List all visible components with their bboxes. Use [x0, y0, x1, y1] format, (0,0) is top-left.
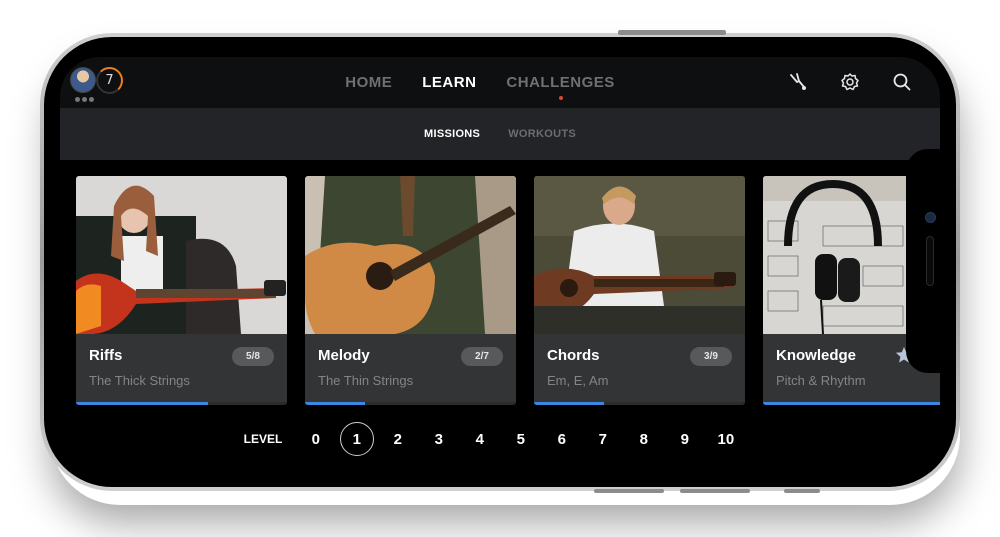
level-number: 0: [311, 430, 320, 448]
level-number: 5: [516, 430, 525, 448]
phone-volume-button: [594, 489, 664, 493]
tab-missions[interactable]: MISSIONS: [424, 128, 480, 140]
progress-badge: 5/8: [232, 347, 274, 366]
gear-icon[interactable]: [838, 70, 862, 94]
level-8-button[interactable]: 8: [623, 422, 664, 456]
nav-challenges[interactable]: CHALLENGES: [506, 74, 615, 100]
level-10-button[interactable]: 10: [705, 422, 746, 456]
progress-fill: [763, 402, 940, 405]
progress-badge: 3/9: [690, 347, 732, 366]
progress-bar: [305, 402, 516, 405]
front-camera: [925, 212, 936, 223]
progress-fill: [534, 402, 605, 405]
nav-home[interactable]: HOME: [345, 74, 392, 91]
top-bar: 7 HOME LEARN CHALLENGES: [60, 57, 940, 108]
nav-learn-label: LEARN: [422, 74, 477, 91]
tuning-fork-icon[interactable]: [786, 70, 810, 94]
card-melody[interactable]: Melody 2/7 The Thin Strings: [305, 176, 516, 405]
device-mockup: 7 HOME LEARN CHALLENGES MISSIONS WORKOUT…: [0, 0, 1000, 537]
card-subtitle: Pitch & Rhythm: [776, 373, 866, 388]
level-1-button[interactable]: 1: [336, 422, 377, 456]
nav-home-label: HOME: [345, 74, 393, 91]
nav-learn[interactable]: LEARN: [422, 74, 476, 91]
level-3-button[interactable]: 3: [418, 422, 459, 456]
card-subtitle: The Thin Strings: [318, 373, 414, 388]
card-subtitle: Em, E, Am: [547, 373, 609, 388]
man-seated-acoustic-guitar-photo: [534, 176, 745, 334]
selected-level-ring: 1: [339, 422, 374, 456]
phone-volume-button: [680, 489, 750, 493]
level-number: 6: [557, 430, 566, 448]
notification-dot: [558, 96, 563, 100]
level-selector: LEVEL 0 1 2 3 4 5 6 7 8 9 10: [60, 421, 940, 457]
nav-challenges-label: CHALLENGES: [506, 74, 615, 91]
level-number: 7: [598, 430, 607, 448]
progress-bar: [76, 402, 287, 405]
level-2-button[interactable]: 2: [377, 422, 418, 456]
card-title: Knowledge: [776, 347, 857, 364]
card-chords[interactable]: Chords 3/9 Em, E, Am: [534, 176, 745, 405]
level-number: 4: [475, 430, 484, 448]
level-list: 0 1 2 3 4 5 6 7 8 9 10: [295, 422, 746, 456]
card-riffs[interactable]: Riffs 5/8 The Thick Strings: [76, 176, 287, 405]
progress-bar: [763, 402, 940, 405]
card-subtitle: The Thick Strings: [89, 373, 190, 388]
level-5-button[interactable]: 5: [500, 422, 541, 456]
toolbar-icons: [786, 70, 914, 94]
level-number: 1: [352, 430, 361, 448]
progress-fill: [305, 402, 366, 405]
tab-workouts[interactable]: WORKOUTS: [508, 128, 576, 140]
phone-body: 7 HOME LEARN CHALLENGES MISSIONS WORKOUT…: [44, 37, 956, 487]
card-title: Melody: [318, 347, 370, 364]
level-number: 8: [639, 430, 648, 448]
app-screen: 7 HOME LEARN CHALLENGES MISSIONS WORKOUT…: [60, 57, 940, 467]
level-number: 10: [717, 430, 735, 448]
level-0-button[interactable]: 0: [295, 422, 336, 456]
level-4-button[interactable]: 4: [459, 422, 500, 456]
phone-side-button: [618, 30, 726, 35]
level-number: 9: [680, 430, 689, 448]
mission-cards: Riffs 5/8 The Thick Strings Melody 2/7 T…: [76, 176, 940, 405]
man-acoustic-guitar-photo: [305, 176, 516, 334]
search-icon[interactable]: [890, 70, 914, 94]
card-title: Riffs: [89, 347, 123, 364]
face-id-sensor: [926, 236, 934, 286]
level-6-button[interactable]: 6: [541, 422, 582, 456]
phone-mute-switch: [784, 489, 820, 493]
progress-fill: [76, 402, 208, 405]
progress-badge: 2/7: [461, 347, 503, 366]
level-label: LEVEL: [243, 432, 283, 446]
woman-electric-guitar-photo: [76, 176, 287, 334]
level-number: 3: [434, 430, 443, 448]
progress-bar: [534, 402, 745, 405]
level-number: 2: [393, 430, 402, 448]
card-title: Chords: [547, 347, 600, 364]
level-9-button[interactable]: 9: [664, 422, 705, 456]
sub-tabs: MISSIONS WORKOUTS: [60, 108, 940, 160]
level-7-button[interactable]: 7: [582, 422, 623, 456]
phone-camera-notch: [906, 149, 940, 373]
